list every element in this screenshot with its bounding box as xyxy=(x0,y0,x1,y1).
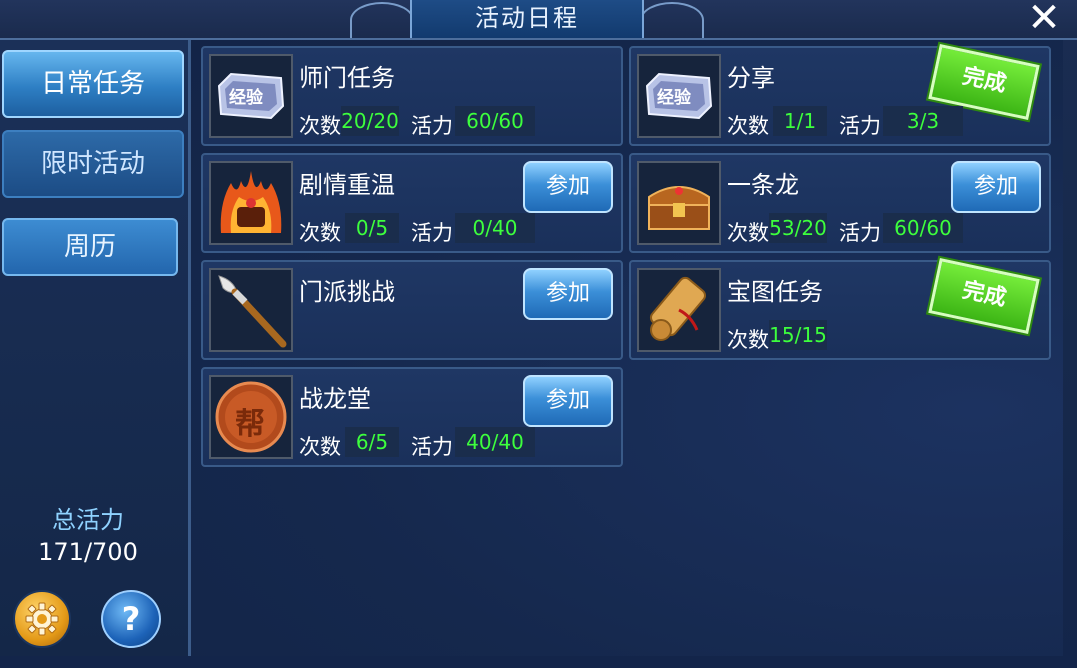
count-value: 53/20 xyxy=(769,213,827,243)
count-label: 次数 xyxy=(727,221,769,245)
vitality-value: 40/40 xyxy=(455,427,535,457)
count-value: 20/20 xyxy=(341,106,399,136)
tab-weekly-calendar[interactable]: 周历 xyxy=(2,218,178,276)
vitality-label: 活力 xyxy=(839,221,881,245)
total-vitality-value: 171/700 xyxy=(38,538,138,566)
question-mark-icon: ? xyxy=(121,600,141,638)
task-title: 分享 xyxy=(727,64,775,92)
done-stamp: 完成 xyxy=(928,258,1040,334)
task-title: 战龙堂 xyxy=(299,385,371,413)
count-label: 次数 xyxy=(299,221,341,245)
sidebar: 日常任务 限时活动 周历 总活力 171/700 ? xyxy=(0,40,191,656)
join-button[interactable]: 参加 xyxy=(523,161,613,213)
count-value: 1/1 xyxy=(773,106,827,136)
exp-scroll-icon: 经验 xyxy=(637,54,721,138)
tab-daily-tasks[interactable]: 日常任务 xyxy=(2,50,184,118)
guild-coin-icon: 帮 xyxy=(209,375,293,459)
treasure-chest-icon xyxy=(637,161,721,245)
vitality-value: 60/60 xyxy=(455,106,535,136)
task-card: 经验 师门任务 次数 20/20 活力 60/60 xyxy=(201,46,623,146)
total-vitality-label: 总活力 xyxy=(52,506,124,534)
vitality-label: 活力 xyxy=(411,221,453,245)
vitality-value: 0/40 xyxy=(455,213,535,243)
task-card: 剧情重温 参加 次数 0/5 活力 0/40 xyxy=(201,153,623,253)
count-label: 次数 xyxy=(727,114,769,138)
settings-button[interactable] xyxy=(13,590,71,648)
count-label: 次数 xyxy=(299,435,341,459)
join-button[interactable]: 参加 xyxy=(523,268,613,320)
vitality-label: 活力 xyxy=(839,114,881,138)
exp-scroll-icon: 经验 xyxy=(209,54,293,138)
join-button[interactable]: 参加 xyxy=(951,161,1041,213)
task-card: 宝图任务 完成 次数 15/15 xyxy=(629,258,1051,360)
exp-badge-text: 经验 xyxy=(657,88,691,108)
close-button[interactable]: ✕ xyxy=(1022,0,1066,38)
right-ornament xyxy=(640,2,704,38)
help-button[interactable]: ? xyxy=(101,590,161,648)
left-ornament xyxy=(350,2,414,38)
count-value: 15/15 xyxy=(769,320,827,350)
task-title: 门派挑战 xyxy=(299,278,395,306)
task-title: 剧情重温 xyxy=(299,171,395,199)
window-title: 活动日程 xyxy=(410,0,644,38)
task-card: 帮 战龙堂 参加 次数 6/5 活力 40/40 xyxy=(201,367,623,467)
exp-badge-text: 经验 xyxy=(229,88,263,108)
treasure-map-icon xyxy=(637,268,721,352)
title-bar: 活动日程 ✕ xyxy=(0,0,1077,40)
task-card: 门派挑战 参加 xyxy=(201,260,623,360)
task-grid: 经验 师门任务 次数 20/20 活力 60/60 经验 分享 完成 次数 1/… xyxy=(191,40,1063,656)
flame-helmet-icon xyxy=(209,161,293,245)
activity-window: 活动日程 ✕ 日常任务 限时活动 周历 总活力 171/700 ? 经验 师门任… xyxy=(0,0,1077,668)
join-button[interactable]: 参加 xyxy=(523,375,613,427)
task-card: 一条龙 参加 次数 53/20 活力 60/60 xyxy=(629,153,1051,253)
count-value: 6/5 xyxy=(345,427,399,457)
spear-icon xyxy=(209,268,293,352)
task-title: 师门任务 xyxy=(299,64,395,92)
gear-icon xyxy=(25,602,59,636)
vitality-value: 60/60 xyxy=(883,213,963,243)
task-title: 一条龙 xyxy=(727,171,799,199)
task-card: 经验 分享 完成 次数 1/1 活力 3/3 xyxy=(629,44,1051,146)
vitality-label: 活力 xyxy=(411,435,453,459)
count-label: 次数 xyxy=(727,328,769,352)
count-label: 次数 xyxy=(299,114,341,138)
count-value: 0/5 xyxy=(345,213,399,243)
vitality-label: 活力 xyxy=(411,114,453,138)
tab-limited-events[interactable]: 限时活动 xyxy=(2,130,184,198)
task-title: 宝图任务 xyxy=(727,278,823,306)
vitality-value: 3/3 xyxy=(883,106,963,136)
guild-char: 帮 xyxy=(235,407,265,442)
